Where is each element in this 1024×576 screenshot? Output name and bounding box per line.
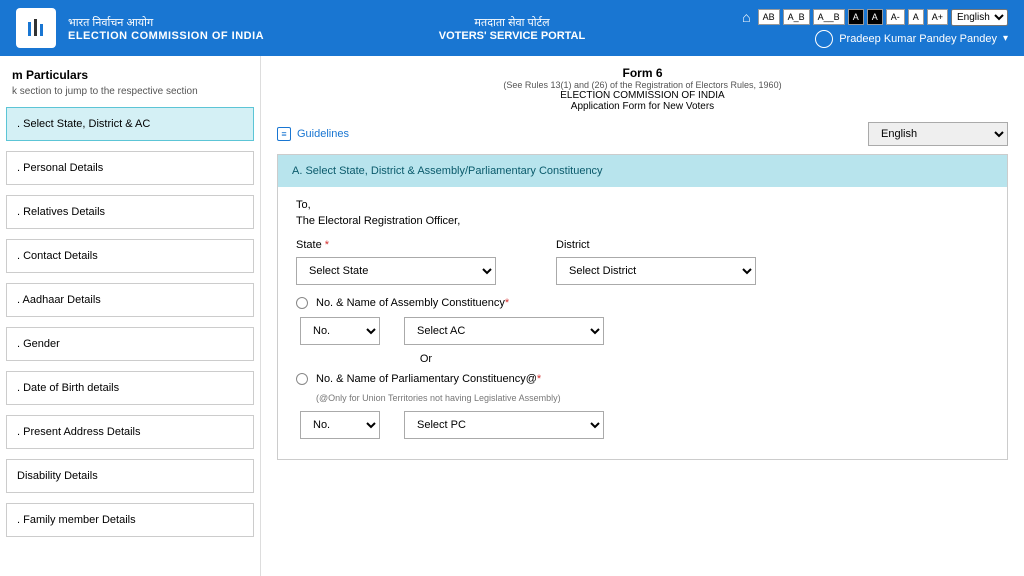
sidebar-item-address[interactable]: . Present Address Details (6, 415, 254, 449)
pc-label: No. & Name of Parliamentary Constituency… (316, 373, 541, 385)
user-name: Pradeep Kumar Pandey Pandey (839, 33, 997, 45)
ac-no-input[interactable]: No. (300, 317, 380, 345)
home-icon[interactable]: ⌂ (742, 9, 750, 25)
guidelines-link[interactable]: ≡ Guidelines (277, 127, 349, 141)
state-district-row: State * Select State District Select Dis… (296, 239, 989, 285)
portal-hindi: मतदाता सेवा पोर्टल (439, 15, 585, 30)
or-separator: Or (396, 353, 456, 365)
district-field: District Select District (556, 239, 756, 285)
main-layout: m Particulars k section to jump to the r… (0, 56, 1024, 576)
state-field: State * Select State (296, 239, 496, 285)
pc-radio-row: No. & Name of Parliamentary Constituency… (296, 373, 989, 385)
state-select[interactable]: Select State (296, 257, 496, 285)
state-label: State * (296, 239, 496, 251)
ac-inputs: No. Select AC (300, 317, 989, 345)
font-default-btn[interactable]: A (908, 9, 924, 25)
section-a-box: A. Select State, District & Assembly/Par… (277, 154, 1008, 460)
logo-icon (24, 16, 48, 40)
contrast-btn-2[interactable]: A_B (783, 9, 810, 25)
ac-radio-row: No. & Name of Assembly Constituency* (296, 297, 989, 309)
district-select[interactable]: Select District (556, 257, 756, 285)
header-center: मतदाता सेवा पोर्टल VOTERS' SERVICE PORTA… (439, 15, 585, 42)
contrast-btn-5[interactable]: A (867, 9, 883, 25)
section-a-body: To, The Electoral Registration Officer, … (278, 187, 1007, 459)
header-language-select[interactable]: English (951, 9, 1008, 26)
form-org: ELECTION COMMISSION OF INDIA (277, 90, 1008, 101)
form-desc: Application Form for New Voters (277, 101, 1008, 112)
form-language-select[interactable]: English (868, 122, 1008, 146)
section-a-header: A. Select State, District & Assembly/Par… (278, 155, 1007, 187)
sidebar-title: m Particulars (6, 64, 254, 86)
user-menu[interactable]: 👤 Pradeep Kumar Pandey Pandey ▾ (815, 30, 1008, 48)
pc-note: (@Only for Union Territories not having … (316, 393, 989, 403)
pc-radio[interactable] (296, 373, 308, 385)
header-english: ELECTION COMMISSION OF INDIA (68, 30, 264, 42)
form-title: Form 6 (277, 66, 1008, 80)
header-titles: भारत निर्वाचन आयोग ELECTION COMMISSION O… (68, 15, 264, 42)
contrast-btn-1[interactable]: AB (758, 9, 780, 25)
sidebar-item-aadhaar[interactable]: . Aadhaar Details (6, 283, 254, 317)
chevron-down-icon: ▾ (1003, 33, 1008, 44)
sidebar-item-contact[interactable]: . Contact Details (6, 239, 254, 273)
sidebar-item-gender[interactable]: . Gender (6, 327, 254, 361)
ac-label: No. & Name of Assembly Constituency* (316, 297, 509, 309)
district-label: District (556, 239, 756, 251)
ac-radio[interactable] (296, 297, 308, 309)
header-hindi: भारत निर्वाचन आयोग (68, 15, 264, 30)
form-content: Form 6 (See Rules 13(1) and (26) of the … (260, 56, 1024, 576)
contrast-btn-4[interactable]: A (848, 9, 864, 25)
contrast-btn-3[interactable]: A__B (813, 9, 845, 25)
ero-text: The Electoral Registration Officer, (296, 215, 989, 227)
sidebar-item-state[interactable]: . Select State, District & AC (6, 107, 254, 141)
pc-no-input[interactable]: No. (300, 411, 380, 439)
sidebar-item-family[interactable]: . Family member Details (6, 503, 254, 537)
form-nav-sidebar: m Particulars k section to jump to the r… (0, 56, 260, 576)
form-rules: (See Rules 13(1) and (26) of the Registr… (277, 80, 1008, 90)
to-text: To, (296, 199, 989, 211)
accessibility-toolbar: ⌂ AB A_B A__B A A A- A A+ English (742, 9, 1008, 26)
sidebar-item-disability[interactable]: Disability Details (6, 459, 254, 493)
sidebar-item-personal[interactable]: . Personal Details (6, 151, 254, 185)
font-increase-btn[interactable]: A+ (927, 9, 948, 25)
guidelines-icon: ≡ (277, 127, 291, 141)
pc-select[interactable]: Select PC (404, 411, 604, 439)
guideline-row: ≡ Guidelines English (277, 122, 1008, 146)
form-header: Form 6 (See Rules 13(1) and (26) of the … (277, 66, 1008, 112)
user-icon: 👤 (815, 30, 833, 48)
header-right: ⌂ AB A_B A__B A A A- A A+ English 👤 Prad… (742, 9, 1008, 48)
guidelines-label: Guidelines (297, 128, 349, 140)
ac-select[interactable]: Select AC (404, 317, 604, 345)
pc-inputs: No. Select PC (300, 411, 989, 439)
eci-logo (16, 8, 56, 48)
portal-english: VOTERS' SERVICE PORTAL (439, 30, 585, 42)
sidebar-item-relatives[interactable]: . Relatives Details (6, 195, 254, 229)
font-decrease-btn[interactable]: A- (886, 9, 905, 25)
sidebar-item-dob[interactable]: . Date of Birth details (6, 371, 254, 405)
app-header: भारत निर्वाचन आयोग ELECTION COMMISSION O… (0, 0, 1024, 56)
sidebar-subtitle: k section to jump to the respective sect… (6, 86, 254, 107)
header-left: भारत निर्वाचन आयोग ELECTION COMMISSION O… (16, 8, 264, 48)
